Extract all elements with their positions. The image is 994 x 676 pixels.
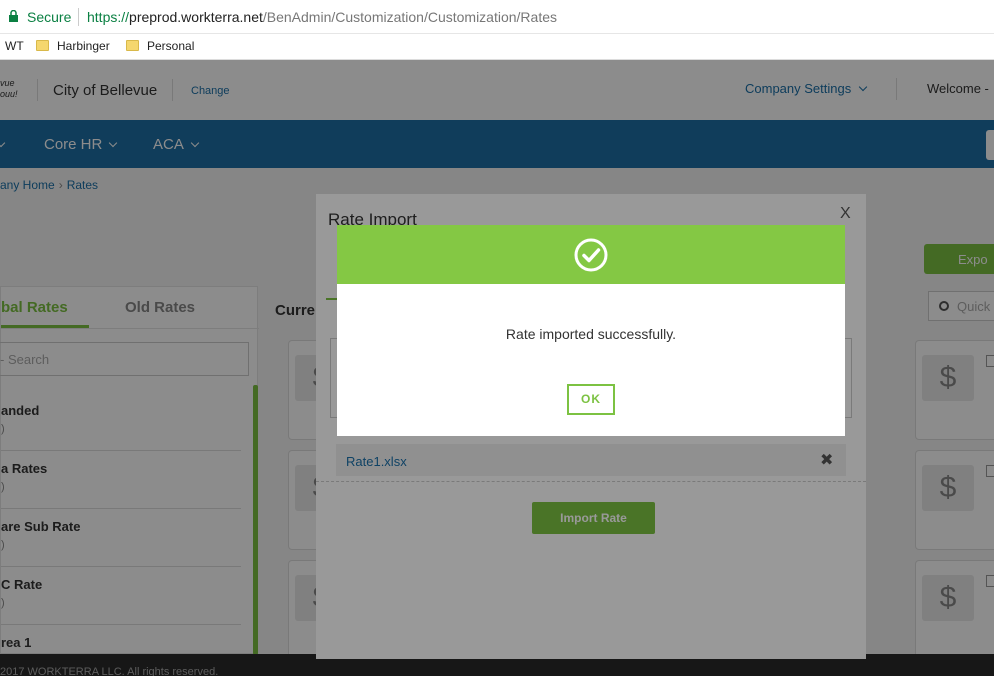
lock-icon xyxy=(9,10,18,22)
url-text[interactable]: https://preprod.workterra.net/BenAdmin/C… xyxy=(87,9,557,25)
bookmark-wt[interactable]: WT xyxy=(5,39,24,53)
divider xyxy=(78,8,79,26)
bookmark-label: Personal xyxy=(147,39,195,53)
ok-button[interactable]: OK xyxy=(567,384,615,415)
bookmark-personal[interactable]: Personal xyxy=(126,39,194,53)
folder-icon xyxy=(126,40,139,51)
bookmark-harbinger[interactable]: Harbinger xyxy=(36,39,110,53)
url-protocol: https:// xyxy=(87,9,130,25)
success-header xyxy=(337,225,845,284)
check-circle-icon xyxy=(574,238,608,272)
url-path: /BenAdmin/Customization/Customization/Ra… xyxy=(262,9,558,25)
success-message: Rate imported successfully. xyxy=(505,326,677,342)
secure-label: Secure xyxy=(27,9,72,25)
url-host: preprod.workterra.net xyxy=(129,9,263,25)
success-dialog: Rate imported successfully. OK xyxy=(337,225,845,436)
folder-icon xyxy=(36,40,49,51)
bookmark-label: Harbinger xyxy=(57,39,110,53)
bookmarks-bar: WT Harbinger Personal xyxy=(0,34,994,60)
address-bar[interactable]: Secure https://preprod.workterra.net/Ben… xyxy=(0,0,994,34)
